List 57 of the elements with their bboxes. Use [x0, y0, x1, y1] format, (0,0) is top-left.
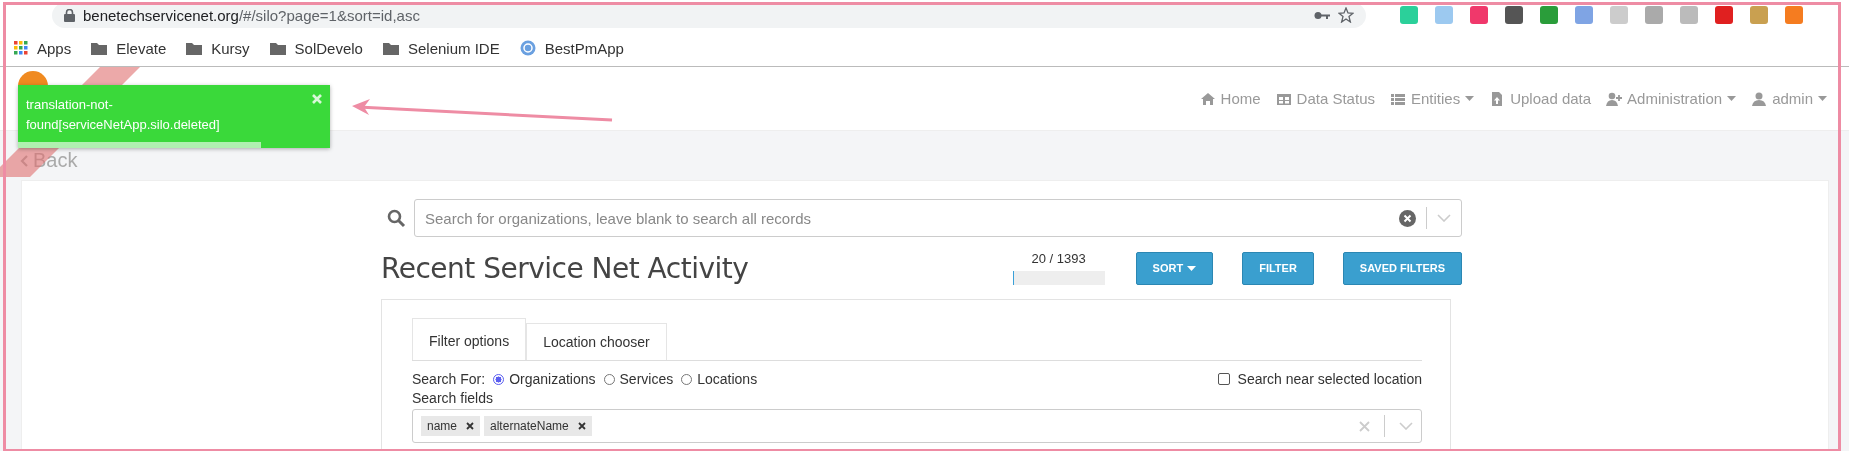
extension-icon[interactable]	[1715, 6, 1733, 24]
apps-grid-icon	[14, 41, 28, 55]
extension-icon[interactable]	[1680, 6, 1698, 24]
extension-icon[interactable]	[1540, 6, 1558, 24]
remove-icon[interactable]	[577, 422, 586, 430]
tab[interactable]: Filter options	[412, 318, 527, 360]
clear-icon[interactable]	[1399, 209, 1416, 227]
tag-chip[interactable]: name	[421, 416, 481, 436]
extension-icon[interactable]	[1435, 6, 1453, 24]
home-icon	[1199, 90, 1216, 107]
extension-icon[interactable]	[1645, 6, 1663, 24]
tag-chip[interactable]: alternateName	[484, 416, 592, 436]
radio-label[interactable]: Locations	[697, 371, 758, 387]
key-icon[interactable]	[1314, 10, 1330, 20]
lock-icon	[64, 8, 75, 22]
chevron-down-icon[interactable]	[1399, 422, 1413, 430]
extension-icon[interactable]	[1575, 6, 1593, 24]
bookmark-link[interactable]: SolDevelo	[294, 39, 363, 57]
radio-button[interactable]	[493, 373, 505, 385]
url-text: benetechservicenet.org/#/silo?page=1&sort=id,asc	[83, 6, 420, 24]
folder-icon	[269, 41, 286, 55]
bookmark-link[interactable]: Elevate	[116, 39, 167, 57]
page-title: Recent Service Net Activity	[381, 251, 750, 285]
extension-icon[interactable]	[1470, 6, 1488, 24]
field-label: Search fields	[412, 390, 493, 406]
checkbox[interactable]	[1217, 373, 1230, 385]
folder-icon	[186, 41, 203, 55]
user-plus-icon	[1606, 90, 1623, 107]
search-for-label: Search For:	[412, 371, 486, 387]
globe-icon	[519, 40, 536, 56]
chevron-down-icon[interactable]	[1437, 214, 1451, 222]
checkbox-label[interactable]: Search near selected location	[1237, 371, 1422, 387]
bookmark-link[interactable]: BestPmApp	[544, 39, 624, 57]
extension-icon[interactable]	[1785, 6, 1803, 24]
extension-icon[interactable]	[1400, 6, 1418, 24]
close-icon[interactable]	[312, 94, 322, 104]
folder-icon	[382, 41, 399, 55]
chevron-left-icon	[20, 154, 28, 167]
bookmark-link[interactable]: Apps	[37, 39, 72, 57]
extension-icon[interactable]	[1505, 6, 1523, 24]
tags-field[interactable]: name alternateName	[412, 409, 1422, 443]
user-icon	[1751, 90, 1768, 107]
notification-text: translation-not-found[serviceNetApp.silo.deleted]	[26, 96, 221, 134]
bookmark-link[interactable]: Kursy	[211, 39, 250, 57]
folder-icon	[91, 41, 108, 55]
tab[interactable]: Location chooser	[526, 323, 667, 360]
star-icon[interactable]	[1338, 7, 1354, 23]
bookmark-link[interactable]: Selenium IDE	[407, 39, 500, 57]
search-icon	[387, 208, 406, 228]
result-count: 20 / 1393	[1031, 251, 1086, 266]
extension-icon[interactable]	[1610, 6, 1628, 24]
remove-icon[interactable]	[466, 422, 475, 430]
radio-label[interactable]: Organizations	[509, 371, 596, 387]
logo-icon	[18, 70, 48, 86]
extension-icon[interactable]	[1750, 6, 1768, 24]
radio-label[interactable]: Services	[619, 371, 674, 387]
search-field[interactable]: Search for organizations, leave blank to search all records	[414, 199, 1462, 237]
